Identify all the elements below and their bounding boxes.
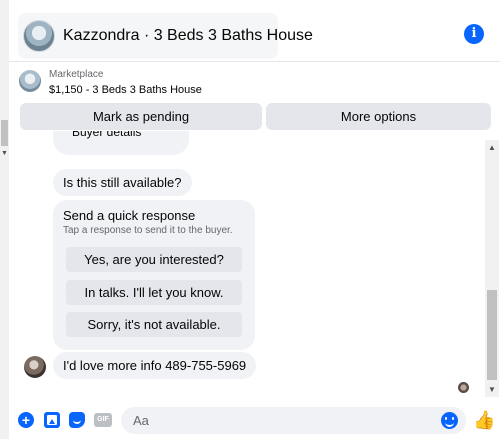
thumbs-up-icon[interactable]: 👍 [473, 410, 495, 430]
message-bubble: Is this still available? [53, 169, 192, 196]
house-avatar [23, 20, 55, 52]
photo-icon[interactable] [44, 412, 60, 428]
message-list[interactable]: Buyer details Is this still available? S… [9, 131, 485, 399]
sticker-icon[interactable] [69, 412, 85, 428]
scroll-up-arrow-icon[interactable]: ▲ [488, 143, 496, 152]
buyer-details-label: Buyer details [72, 131, 142, 139]
scroll-down-arrow-icon[interactable]: ▼ [1, 150, 8, 158]
more-options-button[interactable]: More options [266, 103, 491, 130]
message-composer: + GIF 👍 [9, 400, 500, 439]
conversation-title: Kazzondra · 3 Beds 3 Baths House [63, 27, 313, 44]
quick-reply-in-talks-button[interactable]: In talks. I'll let you know. [66, 280, 242, 305]
seen-receipt-avatar [458, 382, 469, 393]
conversation-header[interactable]: Kazzondra · 3 Beds 3 Baths House [18, 13, 313, 59]
quick-response-subtitle: Tap a response to send it to the buyer. [63, 225, 233, 236]
quick-response-title: Send a quick response [63, 208, 196, 223]
quick-response-card: Send a quick response Tap a response to … [53, 200, 255, 350]
plus-icon[interactable]: + [18, 412, 34, 428]
page-scrollbar-thumb[interactable] [1, 120, 8, 146]
message-bubble: I'd love more info 489-755-5969 [53, 352, 257, 379]
chat-scrollbar-thumb[interactable] [487, 290, 497, 380]
listing-thumbnail[interactable] [19, 70, 41, 92]
quick-reply-yes-button[interactable]: Yes, are you interested? [66, 247, 242, 272]
mark-as-pending-button[interactable]: Mark as pending [20, 103, 262, 130]
message-input[interactable] [133, 412, 433, 429]
buyer-details-button[interactable]: Buyer details [53, 131, 189, 155]
emoji-icon[interactable] [441, 412, 458, 429]
chat-scrollbar[interactable]: ▲ ▼ [485, 140, 499, 397]
scroll-down-arrow-icon[interactable]: ▼ [488, 385, 496, 394]
listing-source: Marketplace [49, 69, 104, 80]
quick-reply-not-available-button[interactable]: Sorry, it's not available. [66, 312, 242, 337]
page-scrollbar[interactable]: ▼ [0, 0, 9, 439]
gif-icon[interactable]: GIF [94, 413, 112, 427]
message-input-wrapper[interactable] [121, 407, 466, 434]
listing-title[interactable]: $1,150 - 3 Beds 3 Baths House [49, 84, 202, 96]
header-divider [9, 61, 500, 62]
buyer-avatar[interactable] [24, 356, 46, 378]
info-icon[interactable]: i [464, 24, 484, 44]
